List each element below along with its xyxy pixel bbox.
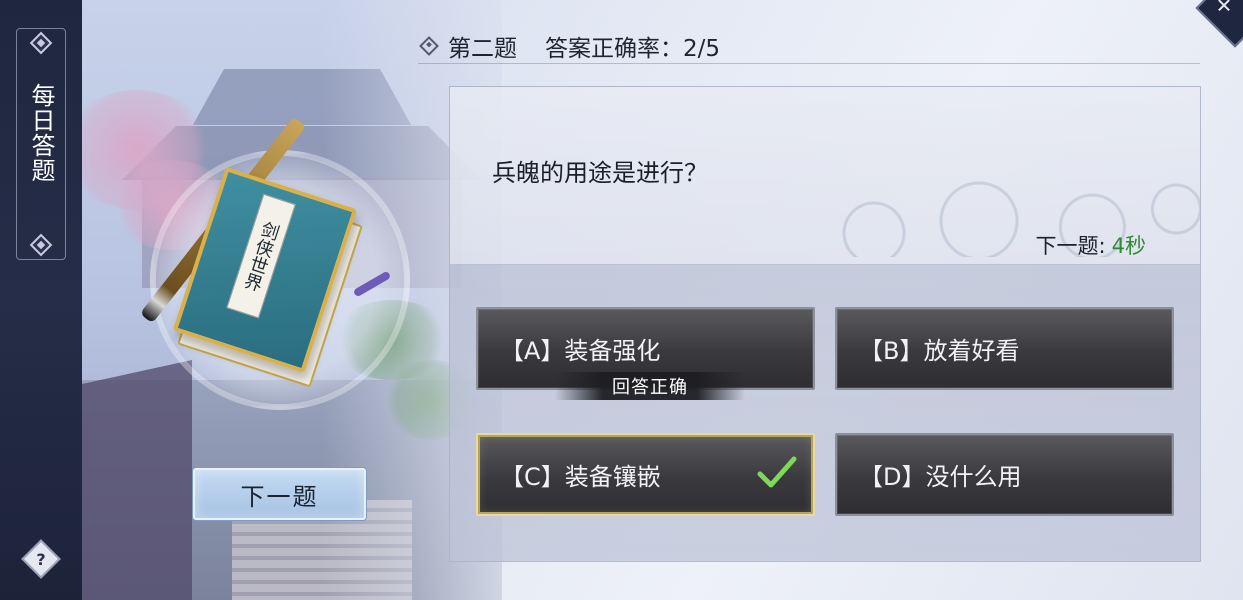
close-icon: ✕ <box>1215 0 1233 18</box>
sidebar: 每日答题 ? <box>0 0 82 600</box>
question-mark-icon: ? <box>36 549 46 569</box>
option-b-label: 【B】放着好看 <box>859 337 1020 365</box>
diamond-ornament-icon <box>29 233 53 257</box>
book-title: 剑侠世界 <box>226 193 296 319</box>
next-question-button[interactable]: 下一题 <box>193 468 366 520</box>
side-building <box>82 360 192 600</box>
next-question-countdown: 下一题: 4秒 <box>1036 230 1146 260</box>
daily-quiz-tab[interactable]: 每日答题 <box>16 28 66 260</box>
option-c-button[interactable]: 【C】装备镶嵌 <box>476 433 815 516</box>
help-button[interactable]: ? <box>21 539 61 579</box>
countdown-seconds: 4秒 <box>1111 234 1146 258</box>
option-b-button[interactable]: 【B】放着好看 <box>835 307 1174 390</box>
question-area: 兵魄的用途是进行？ 下一题: 4秒 <box>450 87 1200 265</box>
close-button[interactable]: ✕ <box>1195 0 1243 48</box>
correct-answer-toast: 回答正确 <box>555 372 745 400</box>
option-d-button[interactable]: 【D】没什么用 <box>835 433 1174 516</box>
option-d-label: 【D】没什么用 <box>859 463 1022 491</box>
sidebar-title: 每日答题 <box>27 83 55 183</box>
question-number: 第二题 <box>448 35 517 62</box>
option-c-label: 【C】装备镶嵌 <box>500 463 661 491</box>
diamond-bullet-icon <box>419 35 439 56</box>
checkmark-icon <box>757 456 797 488</box>
question-text: 兵魄的用途是进行？ <box>492 159 708 187</box>
countdown-label: 下一题: <box>1035 234 1106 258</box>
option-a-label: 【A】装备强化 <box>500 337 661 365</box>
diamond-ornament-icon <box>29 31 53 55</box>
accuracy-rate: 答案正确率：2/5 <box>545 35 721 62</box>
quiz-header: 第二题 答案正确率：2/5 <box>418 28 1200 64</box>
